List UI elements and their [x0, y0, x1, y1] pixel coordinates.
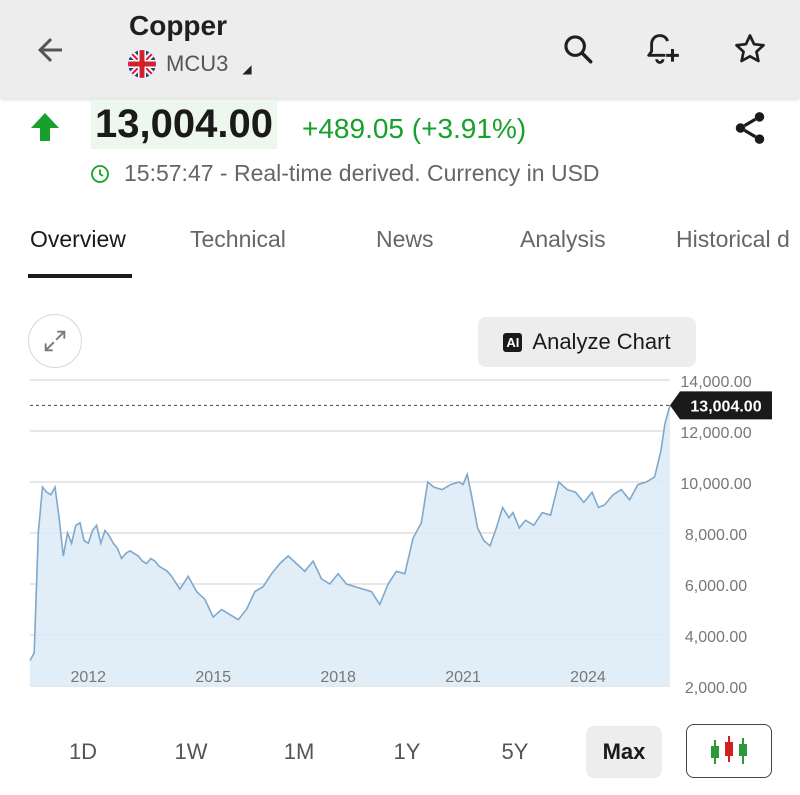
active-tab-indicator	[28, 274, 132, 278]
tab-historical-data[interactable]: Historical d	[676, 226, 790, 253]
time-range-selector: 1D 1W 1M 1Y 5Y Max	[0, 722, 800, 782]
range-1d-button[interactable]: 1D	[48, 726, 118, 778]
uk-flag-icon	[128, 50, 156, 78]
y-tick-label: 10,000.00	[680, 476, 751, 493]
share-button[interactable]	[728, 106, 772, 150]
price-chart[interactable]: 14,000.00 12,000.00 10,000.00 8,000.00 6,000…	[0, 370, 800, 695]
x-tick-label: 2012	[70, 669, 106, 686]
expand-icon	[44, 330, 66, 352]
range-1m-button[interactable]: 1M	[264, 726, 334, 778]
search-icon	[564, 35, 593, 64]
exchange-selector[interactable]: MCU3 ◢	[128, 50, 252, 78]
back-button[interactable]	[28, 28, 72, 72]
tab-overview[interactable]: Overview	[30, 226, 126, 253]
analyze-chart-button[interactable]: AI Analyze Chart	[478, 317, 696, 367]
candlestick-icon	[711, 736, 747, 764]
chart-type-button[interactable]	[686, 724, 772, 778]
price-up-arrow-icon	[31, 113, 59, 141]
tab-technical[interactable]: Technical	[190, 226, 286, 253]
range-max-button[interactable]: Max	[586, 726, 662, 778]
ai-icon: AI	[503, 332, 523, 352]
caret-down-icon: ◢	[242, 62, 252, 76]
expand-chart-button[interactable]	[28, 314, 82, 368]
y-tick-label: 8,000.00	[685, 527, 747, 544]
status-text: 15:57:47 - Real-time derived. Currency i…	[124, 160, 600, 186]
bell-plus-icon	[647, 34, 679, 64]
y-tick-label: 6,000.00	[685, 578, 747, 595]
y-tick-label: 12,000.00	[680, 425, 751, 442]
add-alert-button[interactable]	[640, 26, 686, 72]
star-icon	[735, 34, 765, 63]
price-area-fill	[30, 405, 670, 686]
favorite-button[interactable]	[727, 26, 773, 72]
quote-status: 15:57:47 - Real-time derived. Currency i…	[90, 160, 600, 187]
instrument-title: Copper	[129, 10, 227, 41]
y-axis-ticks: 14,000.00 12,000.00 10,000.00 8,000.00 6,000…	[680, 374, 751, 695]
share-icon	[735, 112, 765, 144]
arrow-left-icon	[38, 38, 62, 62]
x-tick-label: 2021	[445, 669, 481, 686]
y-tick-label: 2,000.00	[685, 680, 747, 695]
clock-icon	[91, 164, 109, 183]
search-button[interactable]	[555, 26, 601, 72]
range-1y-button[interactable]: 1Y	[372, 726, 442, 778]
last-price: 13,004.00	[91, 100, 277, 149]
current-price-label: 13,004.00	[690, 398, 761, 415]
tab-news[interactable]: News	[376, 226, 434, 253]
section-tabs: Overview Technical News Analysis Histori…	[0, 222, 800, 280]
y-tick-label: 4,000.00	[685, 629, 747, 646]
x-tick-label: 2018	[320, 669, 356, 686]
x-tick-label: 2015	[195, 669, 231, 686]
analyze-chart-label: Analyze Chart	[532, 329, 671, 354]
app-header: Copper MCU3 ◢	[0, 0, 800, 98]
instrument-symbol: MCU3	[166, 51, 229, 76]
range-5y-button[interactable]: 5Y	[480, 726, 550, 778]
x-tick-label: 2024	[570, 669, 606, 686]
range-1w-button[interactable]: 1W	[156, 726, 226, 778]
y-tick-label: 14,000.00	[680, 374, 751, 391]
tab-analysis[interactable]: Analysis	[520, 226, 606, 253]
current-price-tag: 13,004.00	[670, 391, 772, 420]
price-change: +489.05 (+3.91%)	[302, 113, 527, 144]
